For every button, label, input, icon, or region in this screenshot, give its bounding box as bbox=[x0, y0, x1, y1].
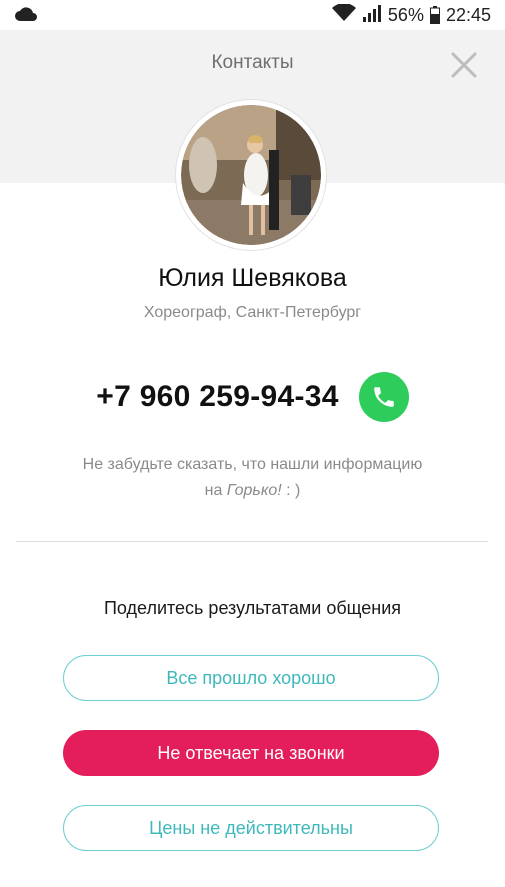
call-button[interactable] bbox=[358, 372, 409, 422]
status-indicators: 56% 22:45 bbox=[331, 0, 491, 30]
divider bbox=[16, 541, 488, 542]
phone-number[interactable]: +7 960 259-94-34 bbox=[96, 380, 339, 414]
reminder-line1: Не забудьте сказать, что нашли информаци… bbox=[82, 456, 423, 473]
avatar bbox=[176, 100, 326, 250]
contact-subtitle: Хореограф, Санкт-Петербург bbox=[143, 304, 362, 321]
page-title: Контакты bbox=[211, 52, 294, 73]
prices-invalid-button[interactable]: Цены не действительны bbox=[63, 805, 439, 851]
clock: 22:45 bbox=[445, 4, 491, 25]
reminder-text: Не забудьте сказать, что нашли информаци… bbox=[40, 452, 465, 504]
brand-name: Горько! bbox=[226, 482, 282, 499]
close-button[interactable] bbox=[451, 52, 477, 78]
reminder-line2: на Горько! : ) bbox=[204, 482, 301, 499]
all-good-button[interactable]: Все прошло хорошо bbox=[63, 655, 439, 701]
wifi-icon bbox=[331, 2, 356, 27]
phone-row: +7 960 259-94-34 bbox=[0, 372, 505, 422]
status-bar: 56% 22:45 bbox=[0, 0, 505, 30]
avatar-photo bbox=[181, 105, 321, 245]
close-icon bbox=[451, 52, 477, 78]
signal-icon bbox=[362, 4, 382, 27]
battery-percent: 56% bbox=[387, 4, 424, 25]
feedback-title: Поделитесь результатами общения bbox=[103, 598, 402, 618]
contact-name: Юлия Шевякова bbox=[158, 264, 347, 292]
phone-icon bbox=[374, 387, 394, 407]
cloud-icon bbox=[14, 6, 38, 27]
battery-icon bbox=[429, 6, 440, 24]
no-answer-button[interactable]: Не отвечает на звонки bbox=[63, 730, 439, 776]
